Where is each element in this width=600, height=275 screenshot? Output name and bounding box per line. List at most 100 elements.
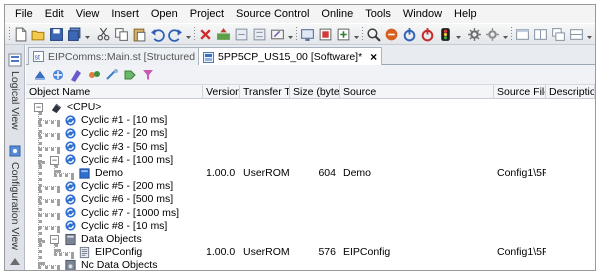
table-row[interactable]: − Data Objects	[26, 232, 595, 246]
table-row[interactable]: Cyclic #5 - [200 ms]	[26, 179, 595, 193]
toolbar-overflow-dropdown[interactable]	[587, 28, 593, 40]
window-split-button[interactable]	[533, 26, 548, 42]
add-task-button[interactable]	[50, 67, 65, 82]
table-row[interactable]: Cyclic #3 - [50 ms]	[26, 140, 595, 154]
menu-open[interactable]: Open	[151, 5, 178, 23]
source-file-cell	[494, 153, 546, 167]
power-button[interactable]	[402, 26, 417, 42]
table-row[interactable]: Demo 1.00.0 UserROM 604 Demo Config1\5P...	[26, 166, 595, 180]
source-cell	[340, 192, 494, 206]
save-button[interactable]	[49, 26, 64, 42]
toolbar-overflow-dropdown[interactable]	[353, 28, 359, 40]
cyclic-task-icon	[64, 127, 77, 140]
configuration-view-icon[interactable]	[8, 144, 22, 158]
column-header-transfer-to[interactable]: Transfer To	[240, 85, 290, 99]
table-row[interactable]: − <CPU>	[26, 100, 595, 114]
column-header-source[interactable]: Source	[340, 85, 494, 99]
toolbar-overflow-dropdown[interactable]	[455, 28, 461, 40]
compile-button[interactable]	[234, 26, 249, 42]
transfer-cell	[240, 232, 290, 246]
toolbar-grip[interactable]	[463, 27, 465, 41]
menu-online[interactable]: Online	[321, 5, 353, 23]
logical-view-icon[interactable]	[8, 53, 22, 67]
toolbar-grip[interactable]	[9, 27, 10, 41]
settings-button[interactable]	[467, 26, 482, 42]
table-row[interactable]: Cyclic #8 - [10 ms]	[26, 219, 595, 233]
transfer-cell	[240, 113, 290, 127]
toolbar-overflow-dropdown[interactable]	[288, 28, 294, 40]
undo-button[interactable]	[150, 26, 166, 42]
toolbar-overflow-dropdown[interactable]	[84, 28, 90, 40]
toolbar-grip[interactable]	[511, 27, 513, 41]
filter-button[interactable]	[140, 67, 155, 82]
stop-button[interactable]	[420, 26, 435, 42]
debug-button[interactable]	[485, 26, 500, 42]
toolbar-overflow-dropdown[interactable]	[186, 28, 192, 40]
menu-edit[interactable]: Edit	[45, 5, 64, 23]
cut-button[interactable]	[96, 26, 111, 42]
version-cell	[203, 206, 240, 220]
properties-button[interactable]	[68, 67, 83, 82]
menu-insert[interactable]: Insert	[111, 5, 139, 23]
redo-button[interactable]	[168, 26, 183, 42]
search-button[interactable]	[366, 26, 381, 42]
configuration-view-tab[interactable]: Configuration View	[8, 162, 22, 250]
copy-button[interactable]	[114, 26, 129, 42]
open-folder-button[interactable]	[31, 26, 46, 42]
warm-restart-button[interactable]	[336, 26, 351, 42]
window-tile-button[interactable]	[569, 26, 584, 42]
new-file-button[interactable]	[13, 26, 28, 42]
column-header-object-name[interactable]: Object Name	[26, 85, 203, 99]
menu-window[interactable]: Window	[403, 5, 442, 23]
toolbar-grip[interactable]	[361, 27, 363, 41]
toolbar-overflow-dropdown[interactable]	[503, 28, 509, 40]
menu-tools[interactable]: Tools	[365, 5, 391, 23]
delete-button[interactable]	[198, 26, 213, 42]
transfer-button[interactable]	[216, 26, 231, 42]
object-info-button[interactable]	[86, 67, 101, 82]
save-icon	[49, 27, 63, 41]
menu-source-control[interactable]: Source Control	[236, 5, 309, 23]
column-header-description[interactable]: Description	[546, 85, 595, 99]
online-button[interactable]	[318, 26, 333, 42]
column-header-size-bytes[interactable]: Size (bytes)	[290, 85, 340, 99]
toolbar-grip[interactable]	[194, 27, 196, 41]
cut-icon	[98, 27, 110, 40]
reference-button[interactable]	[104, 67, 119, 82]
logical-view-tab[interactable]: Logical View	[8, 71, 22, 130]
toolbar-grip[interactable]	[92, 27, 94, 41]
insert-object-button[interactable]	[32, 67, 47, 82]
table-row[interactable]: − Cyclic #4 - [100 ms]	[26, 153, 595, 167]
warning-button[interactable]	[438, 26, 453, 42]
tag-button[interactable]	[122, 67, 137, 82]
table-row[interactable]: Cyclic #7 - [1000 ms]	[26, 206, 595, 220]
menu-view[interactable]: View	[76, 5, 100, 23]
paste-button[interactable]	[132, 26, 147, 42]
toolbar-grip[interactable]	[296, 27, 297, 41]
table-row[interactable]: EIPConfig 1.00.0 UserROM 576 EIPConfig Config…	[26, 245, 595, 259]
window-cascade-button[interactable]	[551, 26, 566, 42]
tab-software-configuration[interactable]: 5PP5CP_US15_00 [Software]* ×	[198, 47, 383, 66]
tab-close-button[interactable]: ×	[370, 51, 377, 63]
physical-view-icon[interactable]	[8, 255, 22, 269]
table-row[interactable]: Cyclic #6 - [500 ms]	[26, 192, 595, 206]
source-file-cell	[494, 219, 546, 233]
menu-project[interactable]: Project	[190, 5, 224, 23]
cyclic-task-icon	[64, 153, 77, 166]
menu-help[interactable]: Help	[454, 5, 477, 23]
cross-reference-button[interactable]	[384, 26, 399, 42]
table-row[interactable]: Nc Data Objects	[26, 258, 595, 270]
build-button[interactable]	[252, 26, 267, 42]
save-all-button[interactable]	[67, 26, 82, 42]
source-cell	[340, 206, 494, 220]
column-header-version[interactable]: Version	[203, 85, 240, 99]
menu-file[interactable]: File	[15, 5, 33, 23]
table-row[interactable]: Cyclic #2 - [20 ms]	[26, 126, 595, 140]
column-header-source-file[interactable]: Source File	[494, 85, 546, 99]
configure-button[interactable]	[270, 26, 285, 42]
monitor-button[interactable]	[300, 26, 315, 42]
source-file-cell: Config1\5P...	[497, 246, 546, 259]
window-layout-button[interactable]	[515, 26, 530, 42]
tab-eipcomms-main[interactable]: st EIPComms::Main.st [Structured Text]	[28, 47, 225, 65]
table-row[interactable]: Cyclic #1 - [10 ms]	[26, 113, 595, 127]
